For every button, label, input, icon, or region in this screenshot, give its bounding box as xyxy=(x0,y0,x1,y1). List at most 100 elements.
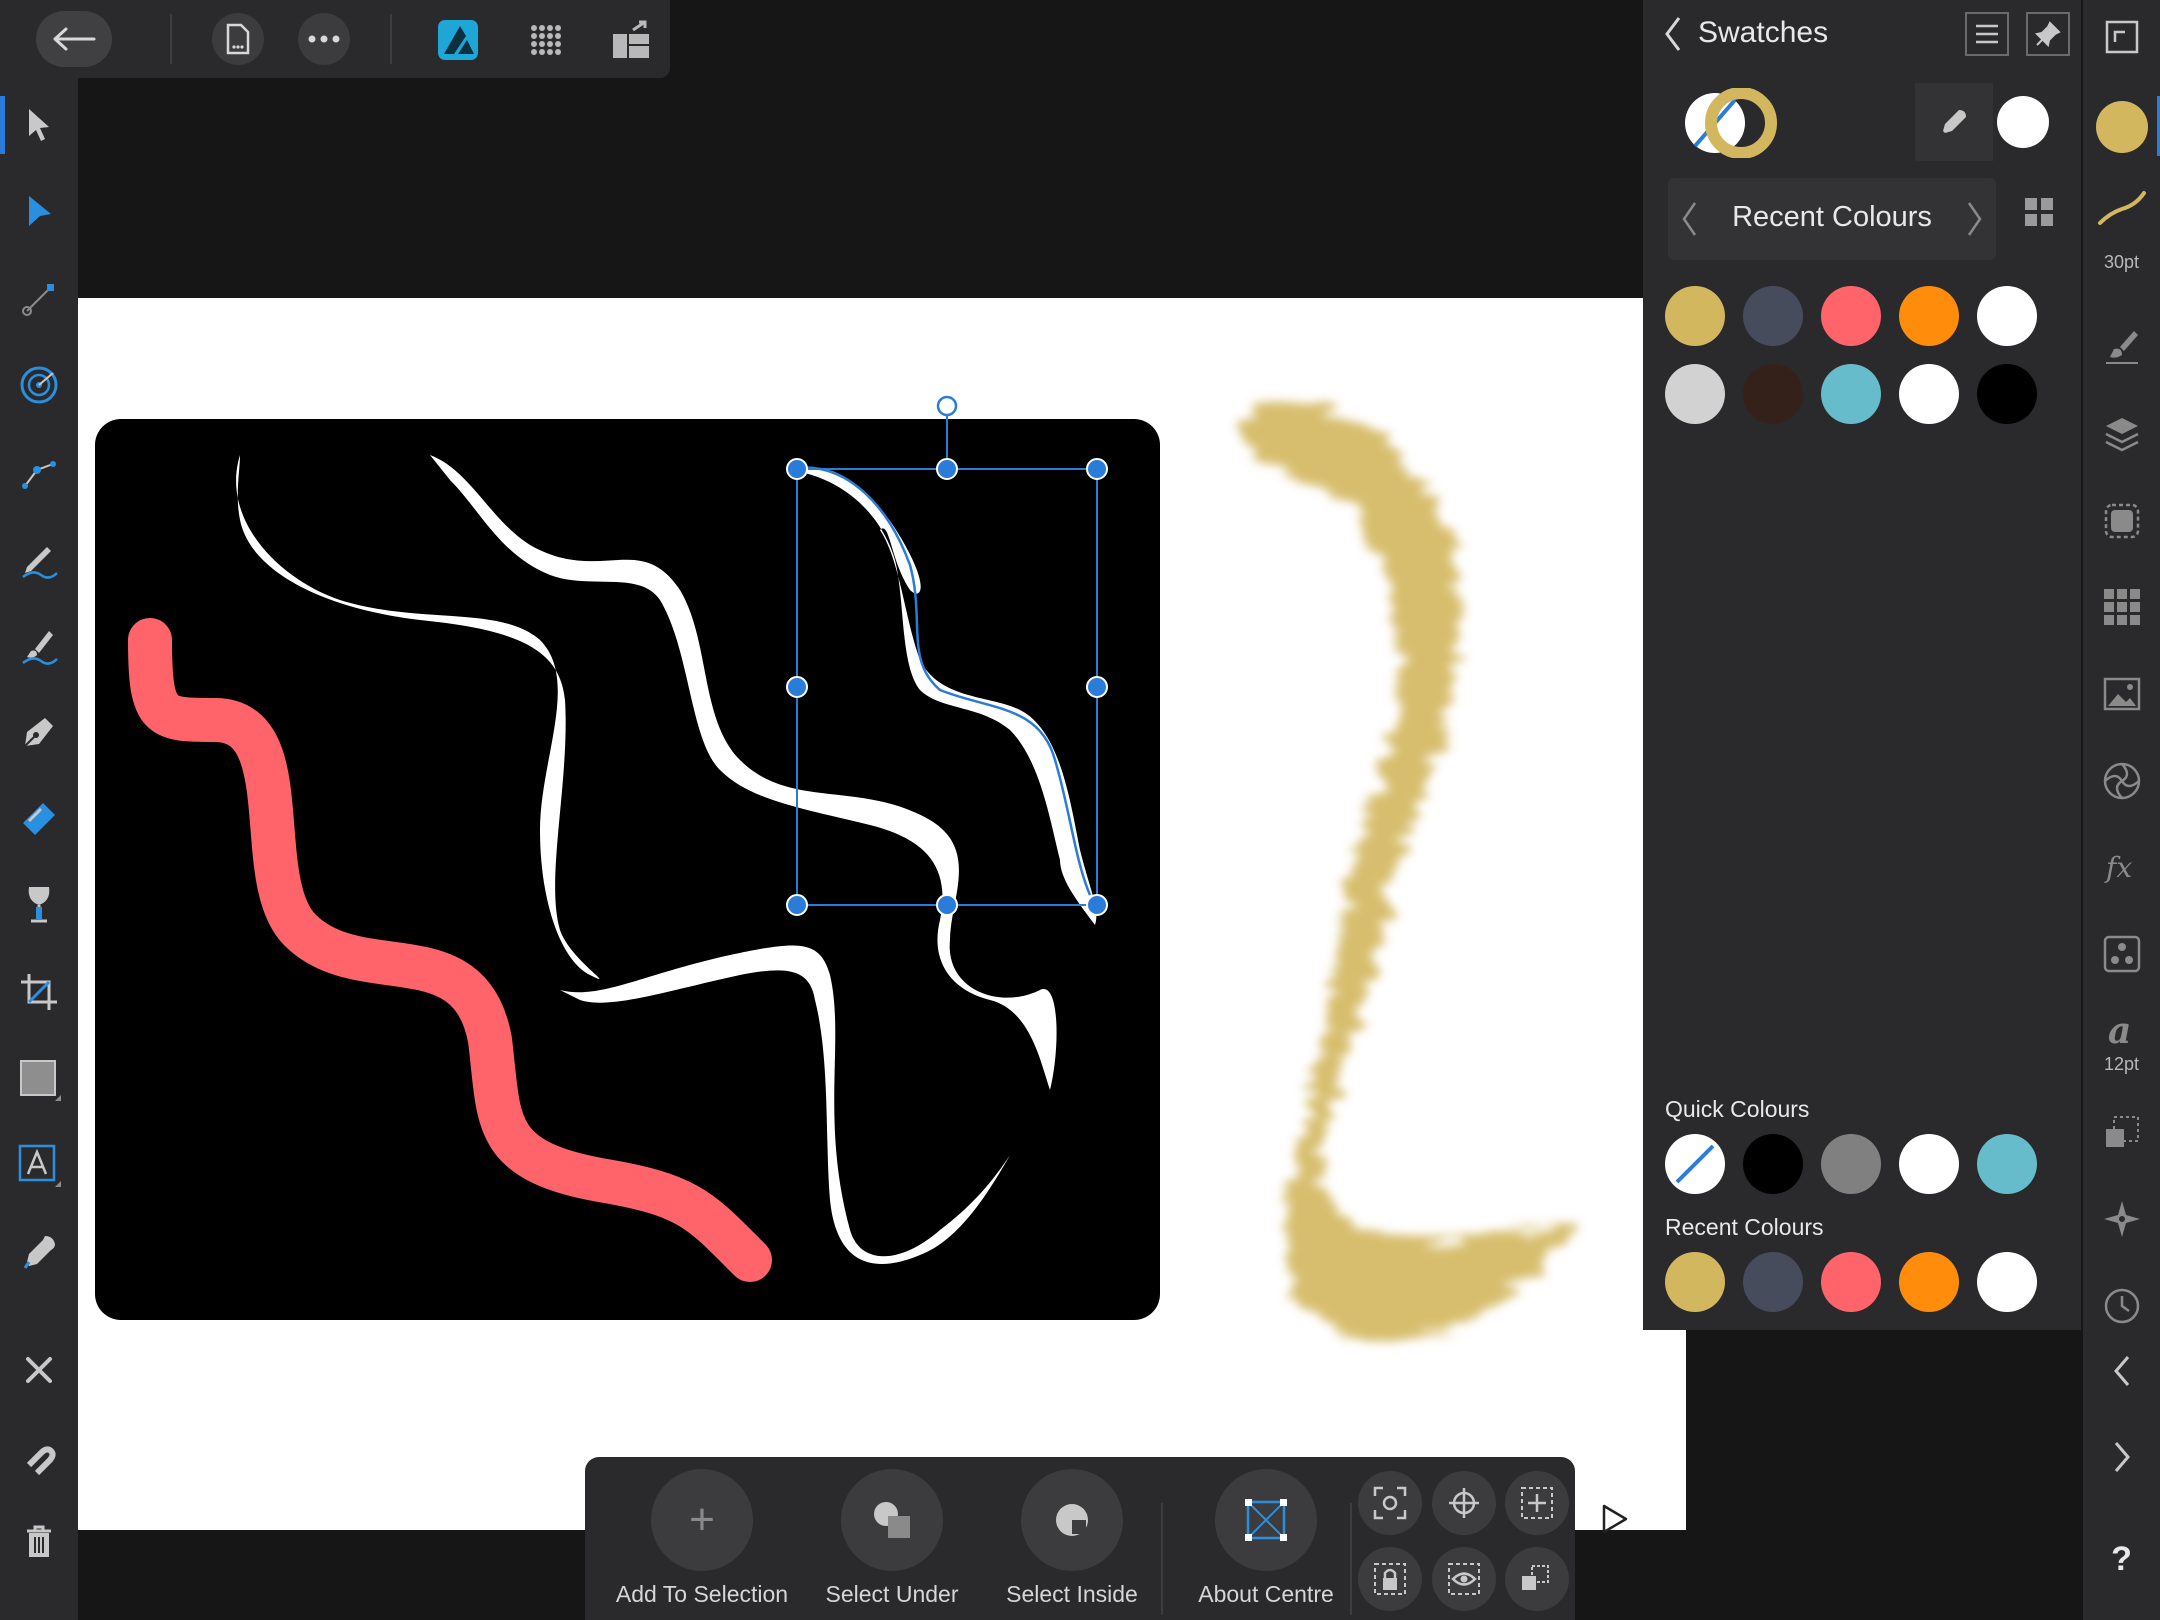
select-inside-label: Select Inside xyxy=(1006,1581,1138,1607)
resize-handle[interactable] xyxy=(786,676,808,698)
panel-menu-button[interactable] xyxy=(1965,12,2009,56)
clock-icon xyxy=(2104,1288,2140,1324)
brushes-studio-button[interactable] xyxy=(2093,316,2151,374)
help-button[interactable]: ? xyxy=(2083,1540,2160,1579)
effects-studio-button[interactable]: fx xyxy=(2093,838,2151,896)
collapse-studio-right-button[interactable] xyxy=(2093,1428,2151,1486)
fill-stroke-well[interactable] xyxy=(1681,87,1801,159)
appearance-icon xyxy=(2104,503,2140,539)
gold-textured-brush-stroke[interactable] xyxy=(1240,401,1570,1341)
transform-studio-button[interactable] xyxy=(2093,1104,2151,1162)
context-toolbar: + Add To Selection Select Under Select I… xyxy=(585,1457,1575,1620)
about-centre-button[interactable]: About Centre xyxy=(1171,1457,1361,1620)
resize-handle[interactable] xyxy=(936,458,958,480)
svg-text:fx: fx xyxy=(2104,851,2132,884)
arrange-button[interactable] xyxy=(1505,1547,1569,1611)
brush-icon xyxy=(2106,331,2138,364)
palette-name: Recent Colours xyxy=(1732,201,1932,233)
layers-icon xyxy=(2105,418,2139,452)
crosshair-icon xyxy=(1449,1488,1479,1518)
palette-swatch[interactable] xyxy=(1821,286,1881,346)
styles-studio-button[interactable] xyxy=(2093,925,2151,983)
fit-to-page-button[interactable] xyxy=(1505,1471,1569,1535)
palette-swatch[interactable] xyxy=(1743,286,1803,346)
add-to-selection-button[interactable]: + Add To Selection xyxy=(597,1457,807,1620)
rotation-handle[interactable] xyxy=(936,395,958,417)
quick-colours-label: Quick Colours xyxy=(1665,1096,1810,1122)
stroke-studio-button[interactable] xyxy=(2093,178,2151,236)
fill-stroke-swatch-icon xyxy=(1685,87,1777,159)
picked-colour-swatch[interactable] xyxy=(1997,96,2049,148)
resize-handle[interactable] xyxy=(786,894,808,916)
resize-handle[interactable] xyxy=(786,458,808,480)
appearance-studio-button[interactable] xyxy=(2093,492,2151,550)
chevron-right-icon[interactable] xyxy=(1964,200,1984,238)
palette-swatch[interactable] xyxy=(1665,286,1725,346)
full-screen-button[interactable] xyxy=(2093,8,2151,66)
navigator-studio-button[interactable] xyxy=(2093,1190,2151,1248)
lock-icon xyxy=(1374,1563,1406,1595)
palette-swatch[interactable] xyxy=(1899,286,1959,346)
recent-colour-swatch[interactable] xyxy=(1821,1252,1881,1312)
recent-colour-swatch[interactable] xyxy=(1665,1252,1725,1312)
palette-swatch[interactable] xyxy=(1665,364,1725,424)
assets-studio-button[interactable] xyxy=(2093,665,2151,723)
pin-panel-button[interactable] xyxy=(2026,12,2070,56)
palette-swatch[interactable] xyxy=(1821,364,1881,424)
palette-swatch[interactable] xyxy=(1977,364,2037,424)
palette-swatch[interactable] xyxy=(1743,364,1803,424)
compass-icon xyxy=(2104,1201,2140,1237)
swatches-studio-button[interactable] xyxy=(2093,578,2151,636)
recent-colour-swatch[interactable] xyxy=(1743,1252,1803,1312)
quick-colour-swatch[interactable] xyxy=(1899,1134,1959,1194)
quick-colour-swatch[interactable] xyxy=(1665,1134,1725,1194)
quick-colour-swatch[interactable] xyxy=(1743,1134,1803,1194)
zoom-to-selection-button[interactable] xyxy=(1358,1471,1422,1535)
palette-swatch[interactable] xyxy=(1977,286,2037,346)
studio-bar: 30pt fx a 12pt ? xyxy=(2083,0,2160,1620)
palette-swatch[interactable] xyxy=(1899,364,1959,424)
resize-handle[interactable] xyxy=(1086,894,1108,916)
text-size-label: 12pt xyxy=(2103,1054,2140,1074)
colour-picker-button[interactable] xyxy=(1915,83,1993,161)
expand-context-toolbar-button[interactable] xyxy=(1598,1502,1630,1536)
fit-page-icon xyxy=(1521,1487,1553,1519)
history-studio-button[interactable] xyxy=(2093,1277,2151,1335)
plus-icon: + xyxy=(689,1495,715,1544)
lock-selection-button[interactable] xyxy=(1358,1547,1422,1611)
select-inside-icon xyxy=(1021,1469,1123,1571)
quick-colour-swatch[interactable] xyxy=(1821,1134,1881,1194)
aperture-icon xyxy=(2103,762,2141,800)
colour-studio-button[interactable] xyxy=(2093,98,2151,156)
text-studio-button[interactable]: a xyxy=(2093,1002,2151,1060)
layers-studio-button[interactable] xyxy=(2093,405,2151,463)
chevron-right-icon xyxy=(2114,1442,2130,1472)
select-inside-button[interactable]: Select Inside xyxy=(977,1457,1167,1620)
quick-colour-swatch[interactable] xyxy=(1977,1134,2037,1194)
collapse-studio-left-button[interactable] xyxy=(2093,1342,2151,1400)
recent-colour-swatch[interactable] xyxy=(1977,1252,2037,1312)
resize-handle[interactable] xyxy=(1086,458,1108,480)
no-colour-icon xyxy=(1675,1144,1715,1184)
menu-lines-icon xyxy=(1976,24,1998,44)
recent-colours-label: Recent Colours xyxy=(1665,1214,1824,1240)
fx-icon: fx xyxy=(2104,851,2132,884)
grid-icon xyxy=(2025,198,2053,226)
eye-icon xyxy=(1448,1563,1480,1595)
chevron-left-icon xyxy=(1665,17,1681,51)
hide-selection-button[interactable] xyxy=(1432,1547,1496,1611)
palette-selector[interactable]: Recent Colours xyxy=(1668,178,1996,260)
grid-view-button[interactable] xyxy=(2023,196,2059,232)
arrange-icon xyxy=(1522,1565,1549,1590)
panel-back-button[interactable] xyxy=(1661,14,1691,54)
move-to-centre-button[interactable] xyxy=(1432,1471,1496,1535)
select-under-button[interactable]: Select Under xyxy=(807,1457,977,1620)
pin-icon xyxy=(2035,21,2061,47)
symbols-studio-button[interactable] xyxy=(2093,752,2151,810)
overlapping-shapes-icon xyxy=(874,1502,910,1538)
recent-colour-swatch[interactable] xyxy=(1899,1252,1959,1312)
play-arrow-icon xyxy=(1602,1504,1628,1534)
resize-handle[interactable] xyxy=(936,894,958,916)
resize-handle[interactable] xyxy=(1086,676,1108,698)
zoom-selection-icon xyxy=(1373,1486,1407,1520)
